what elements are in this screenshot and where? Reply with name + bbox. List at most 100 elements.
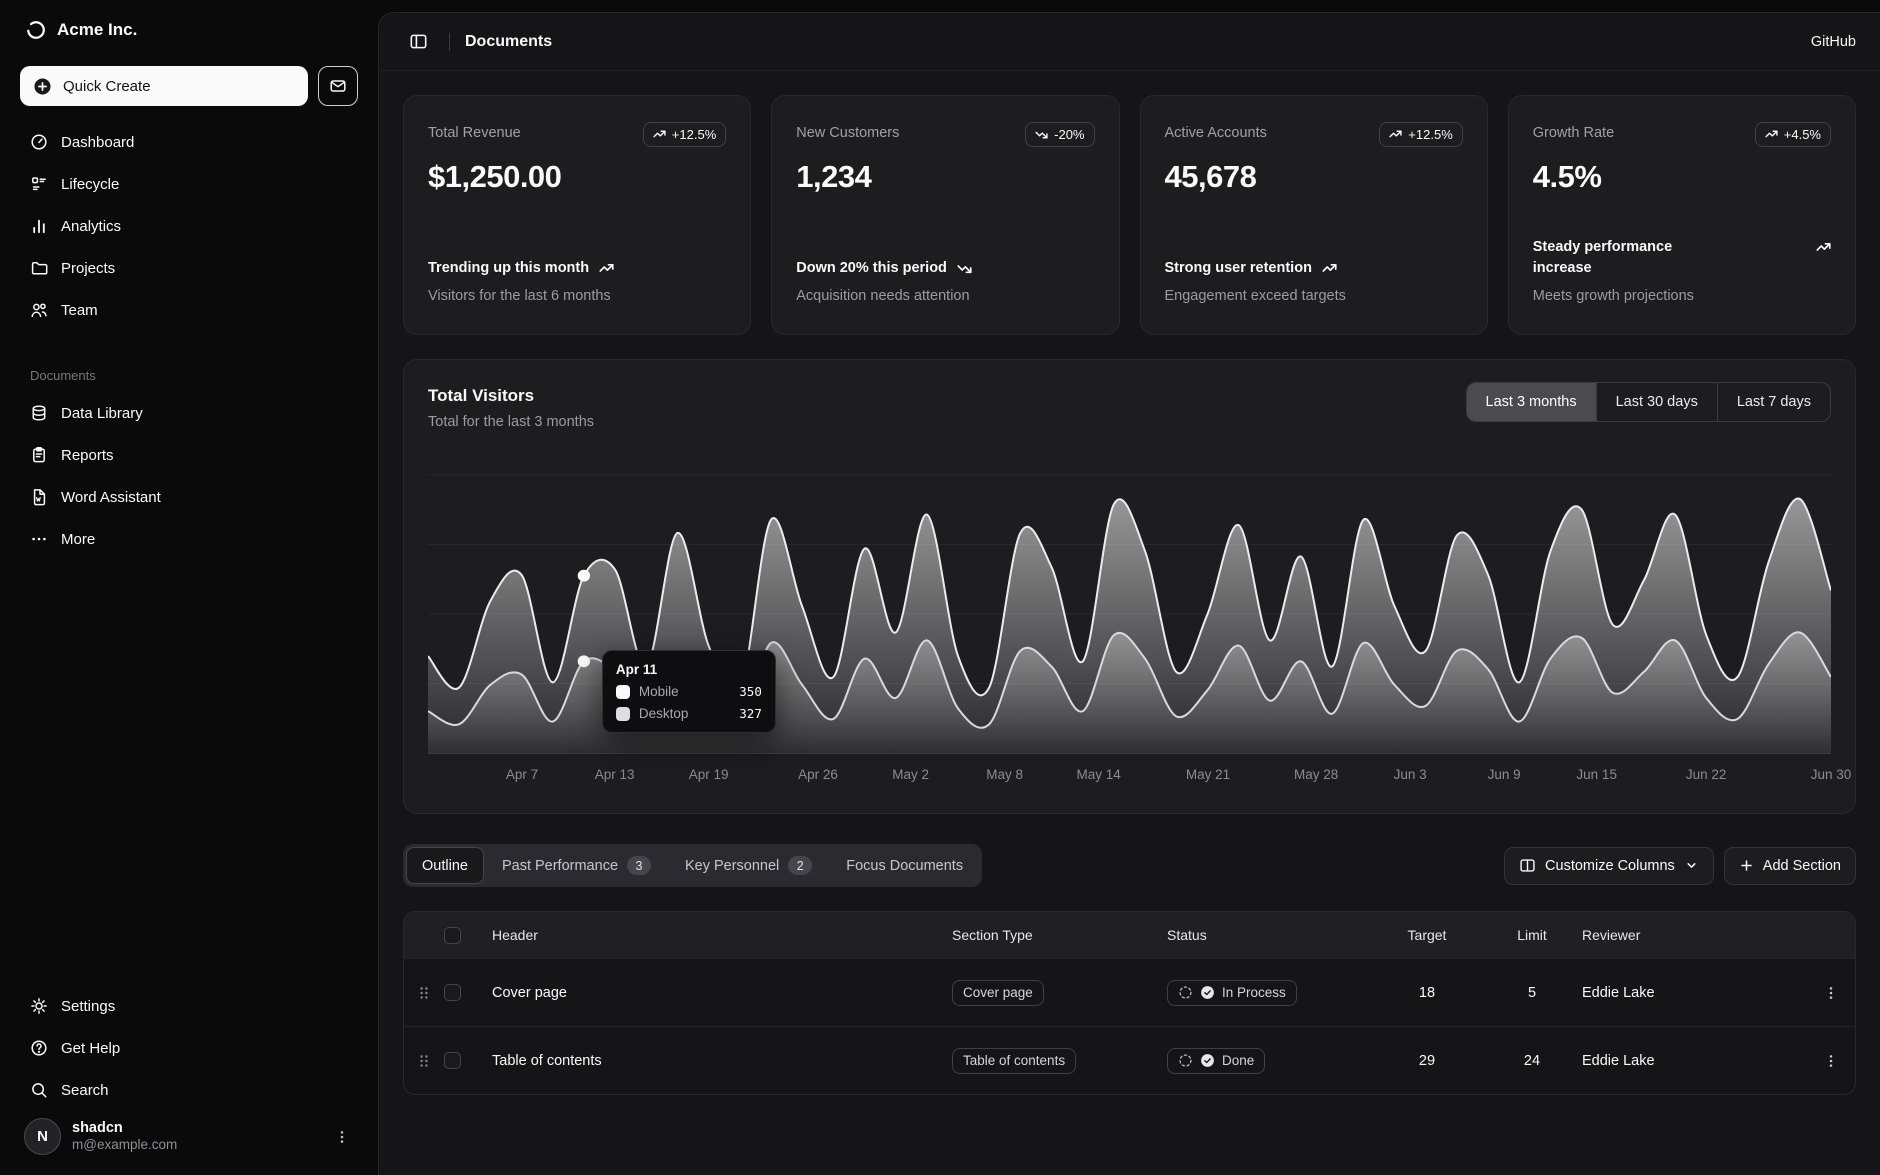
github-link[interactable]: GitHub [1811,34,1856,50]
drag-handle[interactable] [404,985,444,1001]
tooltip-row-mobile: Mobile 350 [616,684,762,699]
circle-check-icon [1200,985,1215,1000]
x-tick-label: Apr 7 [506,767,538,782]
sidebar-item-label: Reports [61,447,114,464]
app: Acme Inc. Quick Create Dashboard [0,0,1880,1175]
trending-down-icon [1035,128,1048,141]
trending-up-icon [1322,258,1337,276]
sidebar-item-dashboard[interactable]: Dashboard [20,122,358,162]
time-range-group: Last 3 months Last 30 days Last 7 days [1466,382,1831,422]
card-footer-title: Trending up this month [428,258,726,280]
avatar: N [24,1118,61,1155]
row-header-cell[interactable]: Cover page [492,985,952,1001]
limit-cell[interactable]: 5 [1482,985,1582,1001]
drag-handle[interactable] [404,1053,444,1069]
users-icon [30,301,48,319]
mail-icon [329,77,347,95]
inbox-button[interactable] [318,66,358,106]
target-cell[interactable]: 29 [1372,1053,1482,1069]
customize-columns-button[interactable]: Customize Columns [1504,847,1714,885]
quick-create-button[interactable]: Quick Create [20,66,308,106]
card-footer-title: Down 20% this period [796,258,1094,280]
search-icon [30,1081,48,1099]
tab-past-performance[interactable]: Past Performance 3 [486,847,667,884]
table-toolbar: Outline Past Performance 3 Key Personnel… [403,844,1856,887]
quick-create-label: Quick Create [63,78,151,95]
row-header-cell[interactable]: Table of contents [492,1053,952,1069]
card-label: New Customers [796,122,899,141]
column-reviewer: Reviewer [1582,927,1807,943]
sidebar-item-more[interactable]: More [20,519,358,559]
x-tick-label: Jun 22 [1686,767,1727,782]
sidebar-item-word-assistant[interactable]: Word Assistant [20,477,358,517]
table-header-row: Header Section Type Status Target Limit … [404,912,1855,958]
card-footer-desc: Acquisition needs attention [796,288,1094,304]
plus-circle-icon [33,77,52,96]
card-value: 4.5% [1533,159,1831,195]
card-value: $1,250.00 [428,159,726,195]
brand-name: Acme Inc. [57,20,137,40]
card-label: Active Accounts [1165,122,1267,141]
user-name: shadcn [72,1119,177,1137]
database-icon [30,404,48,422]
row-checkbox[interactable] [444,1052,461,1069]
trending-up-icon [1389,128,1402,141]
sidebar-item-label: More [61,531,95,548]
sidebar-item-lifecycle[interactable]: Lifecycle [20,164,358,204]
target-cell[interactable]: 18 [1372,985,1482,1001]
sidebar-footer-nav: Settings Get Help Search [20,986,358,1110]
sidebar-item-search[interactable]: Search [20,1070,358,1110]
add-section-button[interactable]: Add Section [1724,847,1856,885]
trend-badge: +4.5% [1755,122,1831,147]
brand[interactable]: Acme Inc. [20,18,358,42]
sidebar-item-projects[interactable]: Projects [20,248,358,288]
card-footer-title: Strong user retention [1165,258,1463,280]
desktop-swatch [616,707,630,721]
x-axis-labels: Apr 7Apr 13Apr 19Apr 26May 2May 8May 14M… [428,767,1831,791]
x-tick-label: May 21 [1186,767,1230,782]
sidebar-item-label: Lifecycle [61,176,119,193]
limit-cell[interactable]: 24 [1482,1053,1582,1069]
sidebar-item-label: Projects [61,260,115,277]
highlight-dot-total [578,570,590,582]
x-tick-label: Apr 13 [595,767,635,782]
sidebar-item-label: Data Library [61,405,143,422]
row-menu-button[interactable] [1807,985,1855,1001]
range-last-30-days[interactable]: Last 30 days [1596,383,1717,421]
sidebar-item-settings[interactable]: Settings [20,986,358,1026]
clipboard-icon [30,446,48,464]
row-menu-button[interactable] [1807,1053,1855,1069]
sidebar-documents-nav: Data Library Reports Word Assistant More [20,393,358,559]
sidebar-item-get-help[interactable]: Get Help [20,1028,358,1068]
tab-outline[interactable]: Outline [406,847,484,884]
sidebar-section-label: Documents [20,368,358,383]
chart-tooltip: Apr 11 Mobile 350 Desktop 327 [602,650,776,733]
loader-icon [1178,1053,1193,1068]
visitors-chart[interactable]: Apr 7Apr 13Apr 19Apr 26May 2May 8May 14M… [428,472,1831,791]
range-last-7-days[interactable]: Last 7 days [1717,383,1830,421]
sidebar-toggle-button[interactable] [403,26,434,57]
x-tick-label: Jun 30 [1811,767,1852,782]
x-tick-label: Apr 19 [689,767,729,782]
ellipsis-vertical-icon [334,1129,350,1145]
card-footer-desc: Meets growth projections [1533,288,1831,304]
row-checkbox[interactable] [444,984,461,1001]
column-target: Target [1372,927,1482,943]
sidebar-item-team[interactable]: Team [20,290,358,330]
mobile-swatch [616,685,630,699]
sidebar-item-reports[interactable]: Reports [20,435,358,475]
sidebar-item-analytics[interactable]: Analytics [20,206,358,246]
user-menu-row[interactable]: N shadcn m@example.com [20,1110,358,1159]
tab-focus-documents[interactable]: Focus Documents [830,847,979,884]
range-last-3-months[interactable]: Last 3 months [1467,383,1596,421]
reviewer-cell[interactable]: Eddie Lake [1582,1053,1807,1069]
card-footer-title: Steady performance increase [1533,237,1831,281]
sidebar-item-data-library[interactable]: Data Library [20,393,358,433]
list-icon [30,175,48,193]
x-tick-label: May 8 [986,767,1023,782]
select-all-checkbox[interactable] [444,927,461,944]
reviewer-cell[interactable]: Eddie Lake [1582,985,1807,1001]
user-options-button[interactable] [330,1125,354,1149]
card-active-accounts: Active Accounts +12.5% 45,678 Strong use… [1140,95,1488,335]
tab-key-personnel[interactable]: Key Personnel 2 [669,847,828,884]
